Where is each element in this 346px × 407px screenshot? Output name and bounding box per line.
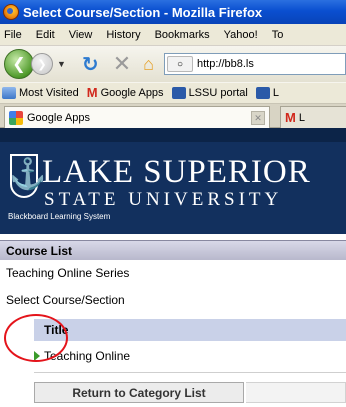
bookmark-most-visited[interactable]: Most Visited	[2, 87, 79, 99]
bookmark-label: LSSU portal	[188, 87, 248, 99]
url-bar[interactable]: ○ http://bb8.ls	[164, 53, 346, 75]
bookmark-lssu-portal[interactable]: LSSU portal	[171, 87, 248, 99]
menu-view[interactable]: View	[69, 29, 93, 41]
menu-file[interactable]: File	[4, 29, 22, 41]
back-button[interactable]: ❮	[4, 49, 34, 79]
back-arrow-icon: ❮	[12, 56, 26, 73]
forward-arrow-icon: ❯	[37, 58, 47, 71]
firefox-logo-icon	[3, 4, 19, 20]
stop-icon[interactable]: ✕	[113, 51, 131, 77]
tab-label: Google Apps	[27, 111, 90, 124]
section-title: Course List	[6, 243, 73, 258]
blackboard-tagline: Blackboard Learning System	[8, 212, 111, 221]
bookmark-google-apps[interactable]: M Google Apps	[86, 85, 164, 100]
google-apps-icon	[9, 110, 23, 125]
table-row[interactable]: Teaching Online	[34, 345, 346, 367]
reload-icon[interactable]: ↻	[82, 52, 99, 77]
menu-yahoo[interactable]: Yahoo!	[224, 29, 258, 41]
university-name-line2: STATE UNIVERSITY	[44, 189, 283, 210]
window-titlebar: Select Course/Section - Mozilla Firefox	[0, 0, 346, 24]
bookmark-overflow[interactable]: L	[255, 87, 279, 99]
lssu-icon	[171, 87, 186, 99]
course-list-header: Course List	[0, 240, 346, 260]
history-dropdown-icon[interactable]: ▼	[57, 59, 66, 69]
anchor-icon: ⚓	[9, 157, 47, 192]
tab-bar: Google Apps ✕ M L	[0, 104, 346, 128]
tab-label: L	[298, 111, 305, 124]
row-divider	[34, 372, 346, 373]
university-banner: ⚓ LAKE SUPERIOR STATE UNIVERSITY Blackbo…	[0, 128, 346, 234]
url-text[interactable]: http://bb8.ls	[197, 58, 254, 70]
menu-tools[interactable]: To	[272, 29, 284, 41]
menu-bookmarks[interactable]: Bookmarks	[155, 29, 210, 41]
annotation-circle	[4, 314, 68, 362]
site-identity-icon[interactable]: ○	[167, 56, 193, 72]
home-icon[interactable]: ⌂	[143, 54, 154, 75]
tab-google-apps[interactable]: Google Apps ✕	[4, 106, 270, 128]
bookmark-label: Most Visited	[19, 87, 79, 99]
banner-strip	[0, 128, 346, 142]
university-name-line1: LAKE SUPERIOR	[42, 154, 311, 190]
bookmark-label: L	[272, 87, 279, 99]
breadcrumb-series[interactable]: Teaching Online Series	[6, 266, 129, 280]
return-to-category-button[interactable]: Return to Category List	[34, 382, 244, 403]
gmail-icon: M	[285, 110, 296, 125]
forward-button[interactable]: ❯	[31, 53, 53, 75]
table-column-header: Title	[34, 319, 346, 341]
tab-close-icon[interactable]: ✕	[251, 111, 265, 125]
breadcrumb-current: Select Course/Section	[6, 293, 125, 307]
gmail-icon: M	[86, 85, 98, 100]
bookmarks-toolbar: Most Visited M Google Apps LSSU portal L	[0, 82, 346, 104]
button-bar-track	[246, 382, 346, 403]
tab-second[interactable]: M L	[280, 106, 346, 128]
menu-bar: File Edit View History Bookmarks Yahoo! …	[0, 24, 346, 46]
menu-history[interactable]: History	[106, 29, 140, 41]
bookmark-label: Google Apps	[100, 87, 164, 99]
menu-edit[interactable]: Edit	[36, 29, 55, 41]
most-visited-icon	[2, 87, 16, 99]
navigation-toolbar: ❮ ❯ ▼ ↻ ✕ ⌂ ○ http://bb8.ls	[0, 46, 346, 82]
window-title: Select Course/Section - Mozilla Firefox	[23, 4, 263, 20]
lssu-icon	[255, 87, 270, 99]
